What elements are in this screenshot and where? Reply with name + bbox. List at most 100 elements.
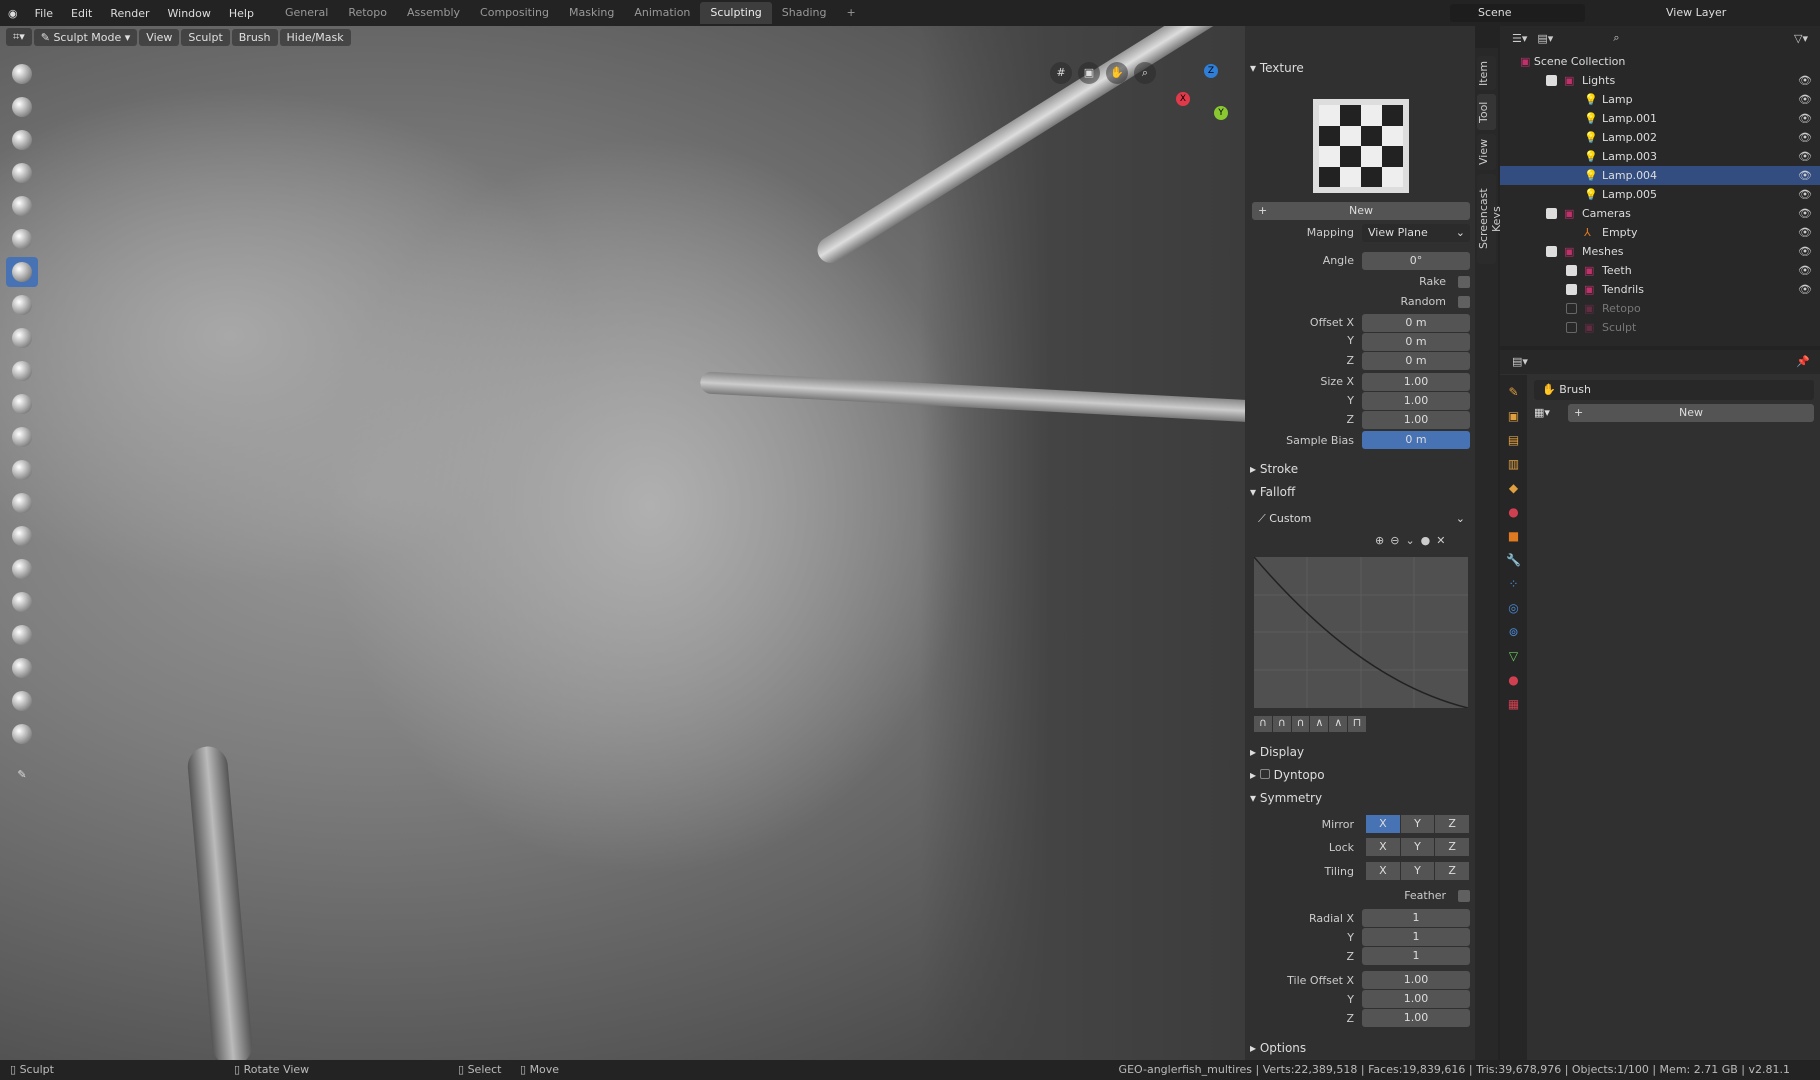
tile-offset-z-field[interactable]: 1.00 [1362,1009,1470,1027]
particles-tab-icon[interactable]: ⁘ [1508,577,1518,591]
falloff-panel-header[interactable]: ▾ Falloff [1250,482,1472,502]
tab-retopo[interactable]: Retopo [338,2,397,24]
outliner-item[interactable]: ⅄ Empty 👁 [1500,223,1820,242]
menu-hide-mask[interactable]: Hide/Mask [279,28,351,46]
output-tab-icon[interactable]: ▤ [1508,433,1519,447]
tiling-y-toggle[interactable]: Y [1400,862,1435,880]
eye-icon[interactable]: 👁 [1798,223,1812,242]
menu-render[interactable]: Render [101,7,158,20]
tool-draw-sharp[interactable] [6,92,38,122]
eye-icon[interactable]: 👁 [1798,90,1812,109]
falloff-curve-editor[interactable] [1254,557,1468,708]
outliner-item[interactable]: 💡 Lamp.005 👁 [1500,185,1820,204]
random-checkbox[interactable] [1458,296,1470,308]
scene-tab-icon[interactable]: ◆ [1509,481,1518,495]
checkbox[interactable] [1546,75,1557,86]
eye-icon[interactable]: 👁 [1798,71,1812,90]
mirror-x-toggle[interactable]: X [1366,815,1400,833]
tab-view[interactable]: View [1477,134,1496,170]
tool-snake-hook[interactable] [6,521,38,551]
view-layer-selector[interactable]: View Layer [1640,4,1780,22]
tool-pinch[interactable] [6,455,38,485]
scene-selector[interactable]: Scene [1450,4,1585,22]
menu-brush[interactable]: Brush [231,28,278,46]
tool-mask[interactable] [6,686,38,716]
tiling-x-toggle[interactable]: X [1366,862,1400,880]
radial-z-field[interactable]: 1 [1362,947,1470,965]
texture-panel-header[interactable]: ▾ Texture [1250,58,1472,78]
zoom-icon[interactable]: ⌕ [1134,62,1156,84]
outliner-scene-collection[interactable]: ▣ Scene Collection [1500,52,1820,71]
navigation-gizmo[interactable]: Z X Y [1170,64,1245,134]
tab-masking[interactable]: Masking [559,2,624,24]
tool-smooth[interactable] [6,323,38,353]
display-panel-header[interactable]: ▸ Display [1250,742,1472,762]
lock-x-toggle[interactable]: X [1366,838,1400,856]
add-workspace-button[interactable]: + [836,2,865,24]
texture-preview[interactable] [1313,99,1409,193]
tab-sculpting[interactable]: Sculpting [700,2,772,24]
mode-selector[interactable]: ✎ Sculpt Mode ▾ [33,28,138,46]
clipping-icon[interactable]: ● [1421,534,1431,547]
outliner-item[interactable]: 💡 Lamp.004 👁 [1500,166,1820,185]
checkbox[interactable] [1566,284,1577,295]
camera-icon[interactable]: ▣ [1078,62,1100,84]
texture-browse-icon[interactable]: ▦▾ [1534,406,1550,419]
lock-z-toggle[interactable]: Z [1435,838,1470,856]
checkbox[interactable] [1546,246,1557,257]
eye-icon[interactable]: 👁 [1798,166,1812,185]
outliner-item[interactable]: ▣ Sculpt [1500,318,1820,337]
zoom-in-icon[interactable]: ⊕ [1375,534,1384,547]
checkbox[interactable] [1566,322,1577,333]
grid-icon[interactable]: # [1050,62,1072,84]
offset-x-field[interactable]: 0 m [1362,314,1470,332]
modifier-tab-icon[interactable]: 🔧 [1506,553,1521,567]
gizmo-y-axis[interactable]: Y [1214,106,1228,120]
material-tab-icon[interactable]: ● [1508,673,1518,687]
size-y-field[interactable]: 1.00 [1362,392,1470,410]
menu-edit[interactable]: Edit [62,7,101,20]
constraints-tab-icon[interactable]: ⊚ [1508,625,1518,639]
preset-sharp-icon[interactable]: ∧ [1310,716,1329,732]
stroke-panel-header[interactable]: ▸ Stroke [1250,459,1472,479]
offset-y-field[interactable]: 0 m [1362,333,1470,351]
preset-root-icon[interactable]: ∩ [1291,716,1310,732]
radial-y-field[interactable]: 1 [1362,928,1470,946]
tool-tab-icon[interactable]: ✎ [1508,385,1518,399]
tool-rotate[interactable] [6,620,38,650]
checkbox[interactable] [1566,265,1577,276]
preset-linear-icon[interactable]: ∧ [1329,716,1348,732]
dyntopo-panel-header[interactable]: ▸ Dyntopo [1250,765,1472,785]
outliner-item[interactable]: 💡 Lamp.001 👁 [1500,109,1820,128]
data-tab-icon[interactable]: ▽ [1509,649,1518,663]
outliner-item[interactable]: ▣ Teeth 👁 [1500,261,1820,280]
tab-shading[interactable]: Shading [772,2,837,24]
texture-tab-icon[interactable]: ▦ [1508,697,1519,711]
options-panel-header[interactable]: ▸ Options [1250,1038,1472,1058]
tool-layer[interactable] [6,191,38,221]
hand-pan-icon[interactable]: ✋ [1106,62,1128,84]
mirror-y-toggle[interactable]: Y [1400,815,1435,833]
size-x-field[interactable]: 1.00 [1362,373,1470,391]
tab-screencast-keys[interactable]: Screencast Keys [1477,174,1503,264]
outliner-item[interactable]: ▣ Meshes 👁 [1500,242,1820,261]
tool-crease[interactable] [6,290,38,320]
tool-nudge[interactable] [6,587,38,617]
editor-type-icon[interactable]: ⌗▾ [6,28,32,46]
preset-sphere-icon[interactable]: ∩ [1272,716,1291,732]
object-tab-icon[interactable]: ■ [1508,529,1519,543]
rake-checkbox[interactable] [1458,276,1470,288]
size-z-field[interactable]: 1.00 [1362,411,1470,429]
eye-icon[interactable]: 👁 [1798,128,1812,147]
tool-draw[interactable] [6,59,38,89]
eye-icon[interactable]: 👁 [1798,204,1812,223]
tile-offset-x-field[interactable]: 1.00 [1362,971,1470,989]
tool-clay[interactable] [6,125,38,155]
gizmo-x-axis[interactable]: X [1176,92,1190,106]
tool-inflate[interactable] [6,224,38,254]
filter-icon[interactable]: ▽▾ [1794,32,1808,45]
new-texture-button[interactable]: + New [1252,202,1470,220]
tab-item[interactable]: Item [1477,56,1496,90]
tool-simplify[interactable] [6,653,38,683]
dyntopo-checkbox[interactable] [1259,769,1270,779]
